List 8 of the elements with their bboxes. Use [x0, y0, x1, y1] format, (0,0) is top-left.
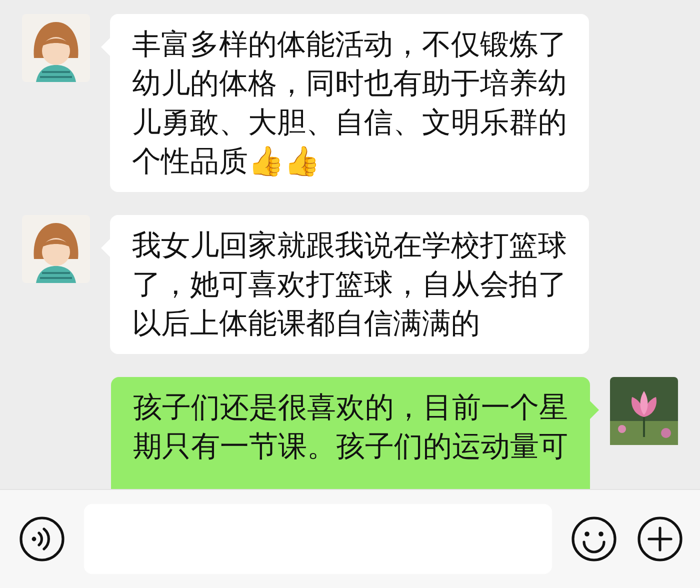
avatar	[22, 14, 90, 82]
message-text: 孩子们还是很喜欢的，目前一个星期只有一节课。孩子们的运动量可	[133, 390, 568, 463]
voice-icon[interactable]	[18, 515, 66, 563]
avatar	[22, 215, 90, 283]
message-text: 丰富多样的体能活动，不仅锻炼了幼儿的体格，同时也有助于培养幼儿勇敢、大胆、自信、文明乐群的个性品质👍👍	[132, 27, 567, 178]
message-text: 我女儿回家就跟我说在学校打篮球了，她可喜欢打篮球，自从会拍了以后上体能课都自信满满的	[132, 228, 567, 340]
plus-icon[interactable]	[636, 515, 684, 563]
emoji-icon[interactable]	[570, 515, 618, 563]
